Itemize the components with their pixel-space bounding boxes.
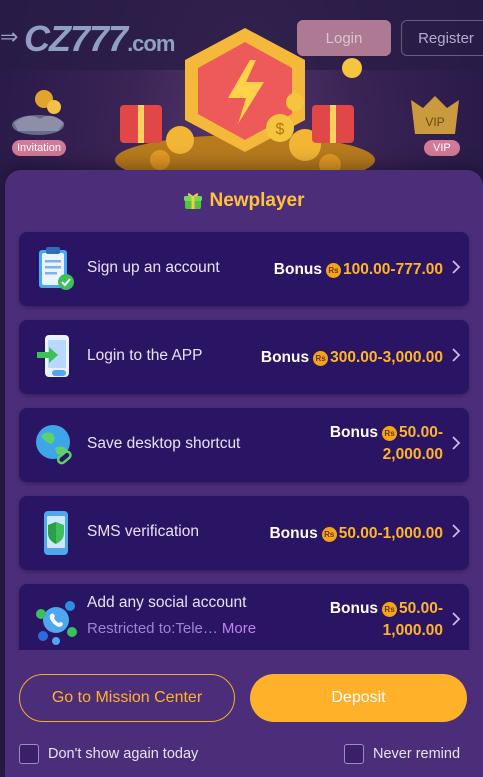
modal-title-text: Newplayer [209, 190, 305, 211]
mission-bonus: Bonus Rs 100.00-777.00 [274, 259, 443, 281]
mission-subtitle: Restricted to:Tele… More [87, 620, 256, 637]
dont-show-checkbox[interactable] [19, 744, 39, 764]
mission-card-social-account[interactable]: Add any social account Restricted to:Tel… [19, 584, 469, 650]
mission-title: Sign up an account [87, 259, 220, 276]
bonus-amount: 50.00-1,000.00 [338, 525, 443, 542]
bonus-amount-cont: 2,000.00 [382, 446, 443, 463]
chevron-right-icon[interactable] [451, 259, 461, 275]
rupee-coin-icon: Rs [321, 527, 337, 542]
mission-list[interactable]: Sign up an account Bonus Rs 100.00-777.00 … [5, 230, 483, 650]
mission-card-signup[interactable]: Sign up an account Bonus Rs 100.00-777.00 [19, 232, 469, 306]
vip-crown-text: VIP [425, 115, 444, 129]
bonus-amount: 50.00- [399, 600, 443, 617]
bonus-amount-cont: 1,000.00 [382, 622, 443, 639]
rupee-coin-icon: Rs [326, 263, 342, 278]
dont-show-label: Don't show again today [48, 746, 199, 762]
mission-title: SMS verification [87, 523, 199, 540]
rupee-coin-icon: Rs [382, 426, 398, 441]
never-remind-checkbox[interactable] [344, 744, 364, 764]
mission-card-sms-verification[interactable]: SMS verification Bonus Rs 50.00-1,000.00 [19, 496, 469, 570]
more-link[interactable]: More [222, 620, 256, 637]
mission-title: Save desktop shortcut [87, 435, 241, 452]
chevron-right-icon[interactable] [451, 347, 461, 363]
mission-bonus: BonusRs50.00- 1,000.00 [313, 598, 443, 642]
deposit-button[interactable]: Deposit [250, 674, 467, 722]
rupee-coin-icon: Rs [382, 602, 398, 617]
back-arrow-icon[interactable]: ⇒ [0, 24, 18, 50]
never-remind-option[interactable]: Never remind [344, 744, 460, 764]
vip-badge[interactable]: VIP [424, 140, 460, 156]
mission-bonus: BonusRs50.00-1,000.00 [269, 523, 443, 545]
shield-phone-icon [44, 511, 68, 555]
mission-title: Login to the APP [87, 347, 203, 364]
chevron-right-icon[interactable] [451, 611, 461, 627]
vip-crown-icon[interactable]: VIP [405, 92, 465, 142]
modal-title: Newplayer [5, 190, 483, 212]
newplayer-modal: Newplayer Sign up an account Bonus Rs 100.… [5, 170, 483, 777]
rupee-coin-icon: Rs [313, 351, 329, 366]
go-to-mission-center-button[interactable]: Go to Mission Center [19, 674, 235, 722]
mission-title: Add any social account [87, 594, 247, 611]
chevron-right-icon[interactable] [451, 523, 461, 539]
dont-show-today-option[interactable]: Don't show again today [19, 744, 198, 764]
bonus-label: Bonus [273, 261, 323, 278]
clipboard-check-icon [39, 247, 74, 290]
never-remind-label: Never remind [373, 746, 461, 762]
gift-icon [184, 193, 203, 209]
chevron-right-icon[interactable] [451, 435, 461, 451]
bonus-amount: 50.00- [399, 424, 443, 441]
bonus-amount: 100.00-777.00 [343, 261, 443, 278]
social-network-icon [36, 601, 77, 645]
mission-card-desktop-shortcut[interactable]: Save desktop shortcut Bonus Rs 50.00- 2,000… [19, 408, 469, 482]
globe-link-icon [36, 425, 72, 465]
invitation-badge[interactable]: Invitation [12, 140, 67, 156]
bonus-label: Bonus [329, 600, 379, 617]
bonus-label: Bonus [269, 525, 318, 542]
svg-text:$: $ [276, 121, 285, 138]
bonus-label: Bonus [329, 424, 379, 441]
register-button[interactable]: Register [401, 20, 483, 56]
restricted-text: Restricted to:Tele… [87, 620, 218, 637]
mission-card-app-login[interactable]: Login to the APP Bonus Rs 300.00-3,000.00 [19, 320, 469, 394]
newplayer-lightning-badge-icon: $ [115, 28, 375, 180]
handshake-coins-icon[interactable] [8, 85, 68, 140]
mission-bonus: Bonus Rs 50.00- 2,000.00 [313, 422, 443, 466]
bonus-label: Bonus [260, 349, 310, 366]
phone-login-icon [37, 335, 69, 377]
mission-bonus: Bonus Rs 300.00-3,000.00 [261, 347, 443, 369]
bonus-amount: 300.00-3,000.00 [330, 349, 443, 366]
